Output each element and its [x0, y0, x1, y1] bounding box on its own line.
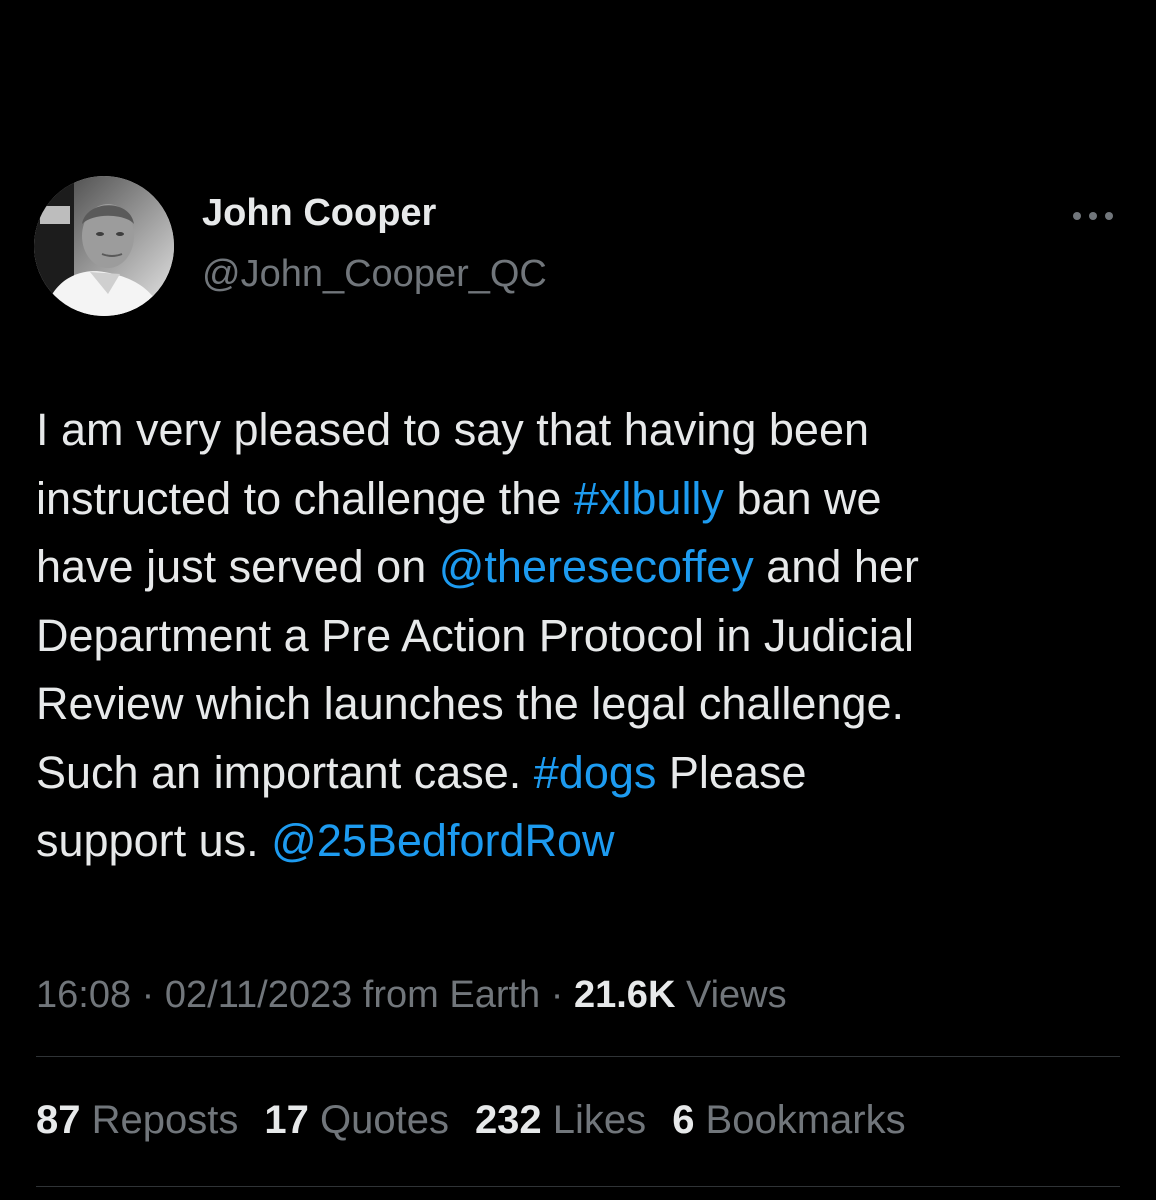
quotes-count: 17: [264, 1098, 309, 1142]
tweet-text-segment: Review which launches the legal challeng…: [36, 678, 905, 729]
reposts-count: 87: [36, 1098, 81, 1142]
tweet-line: instructed to challenge the #xlbully ban…: [36, 465, 1126, 534]
more-options-button[interactable]: [1066, 196, 1120, 236]
tweet-line: Department a Pre Action Protocol in Judi…: [36, 602, 1126, 671]
avatar[interactable]: [34, 176, 174, 316]
quotes-label: Quotes: [308, 1098, 449, 1142]
tweet-text: I am very pleased to say that having bee…: [36, 396, 1126, 876]
bookmarks-label: Bookmarks: [694, 1098, 906, 1142]
reposts-stat[interactable]: 87 Reposts: [36, 1098, 238, 1143]
divider: [36, 1056, 1120, 1057]
more-horizontal-icon: [1073, 212, 1113, 220]
tweet-line: support us. @25BedfordRow: [36, 807, 1126, 876]
tweet-detail: John Cooper @John_Cooper_QC I am very pl…: [0, 0, 1156, 1200]
hashtag-link[interactable]: #xlbully: [574, 473, 724, 524]
meta-separator: ·: [131, 974, 165, 1016]
likes-count: 232: [474, 1098, 542, 1142]
likes-stat[interactable]: 232 Likes: [475, 1098, 646, 1143]
bookmarks-count: 6: [672, 1098, 695, 1142]
likes-label: Likes: [541, 1098, 647, 1142]
divider: [36, 1186, 1120, 1187]
tweet-line: I am very pleased to say that having bee…: [36, 396, 1126, 465]
tweet-line: Review which launches the legal challeng…: [36, 670, 1126, 739]
tweet-source: from Earth: [352, 974, 541, 1016]
tweet-text-segment: support us.: [36, 815, 272, 866]
tweet-time[interactable]: 16:08: [36, 974, 131, 1016]
views-label: Views: [675, 974, 787, 1016]
tweet-text-segment: and her: [753, 541, 919, 592]
tweet-text-segment: have just served on: [36, 541, 439, 592]
tweet-meta: 16:08 · 02/11/2023 from Earth · 21.6K Vi…: [36, 974, 787, 1017]
engagement-stats: 87 Reposts 17 Quotes 232 Likes 6 Bookmar…: [36, 1098, 932, 1143]
meta-separator: ·: [540, 974, 574, 1016]
views-count: 21.6K: [573, 974, 676, 1016]
tweet-text-segment: I am very pleased to say that having bee…: [36, 404, 870, 455]
tweet-text-segment: Department a Pre Action Protocol in Judi…: [36, 609, 914, 661]
author-name[interactable]: John Cooper: [202, 192, 436, 235]
mention-link[interactable]: @theresecoffey: [439, 541, 754, 592]
tweet-line: Such an important case. #dogs Please: [36, 739, 1126, 808]
bookmarks-stat[interactable]: 6 Bookmarks: [672, 1098, 905, 1143]
tweet-date[interactable]: 02/11/2023: [165, 974, 352, 1016]
tweet-text-segment: Please: [656, 746, 807, 798]
hashtag-link[interactable]: #dogs: [534, 747, 657, 798]
author-handle[interactable]: @John_Cooper_QC: [202, 253, 547, 296]
tweet-text-segment: Such an important case.: [36, 746, 534, 798]
tweet-line: have just served on @theresecoffey and h…: [36, 533, 1126, 602]
avatar-photo: [34, 176, 174, 316]
mention-link[interactable]: @25BedfordRow: [271, 815, 614, 866]
tweet-text-segment: ban we: [723, 472, 882, 524]
tweet-text-segment: instructed to challenge the: [36, 472, 574, 524]
reposts-label: Reposts: [80, 1098, 239, 1142]
quotes-stat[interactable]: 17 Quotes: [264, 1098, 449, 1143]
